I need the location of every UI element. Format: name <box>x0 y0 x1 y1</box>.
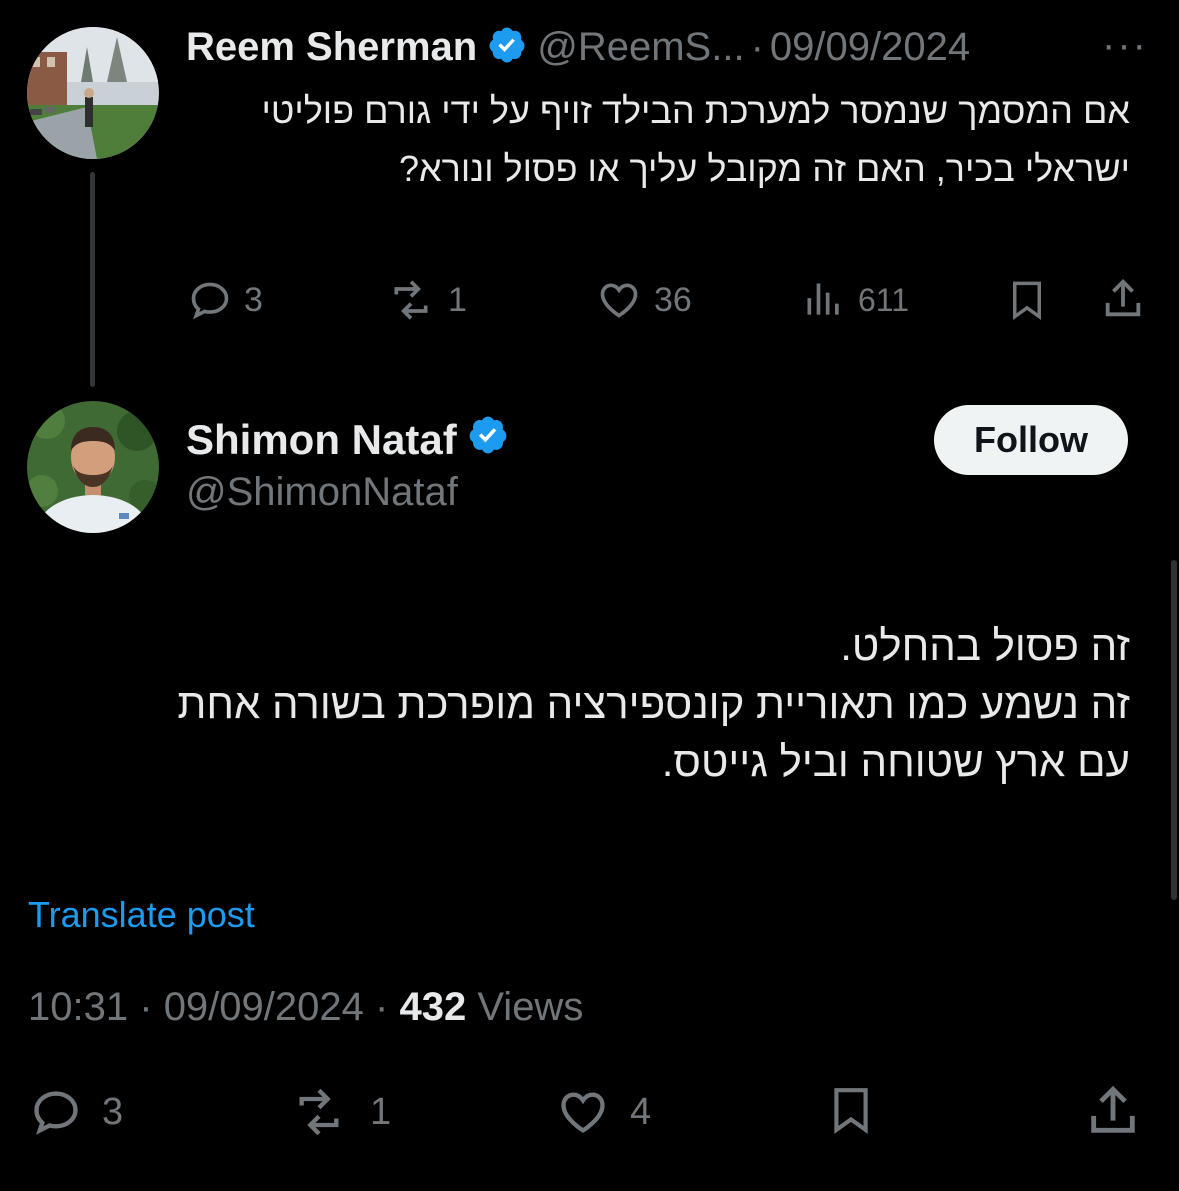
tweet-metadata: 10:31 · 09/09/2024 · 432 Views <box>28 985 583 1030</box>
reply-count: 3 <box>244 280 263 319</box>
parent-tweet-header: Reem Sherman @ReemS... · 09/09/2024 <box>186 22 970 72</box>
main-share-button[interactable] <box>1084 1082 1142 1140</box>
main-tweet-line: זה נשמע כמו תאוריית קונספירציה מופרכת בש… <box>177 680 1130 727</box>
shimon-avatar[interactable] <box>27 401 159 533</box>
main-display-name-row: Shimon Nataf <box>186 414 509 466</box>
meta-separator: · <box>375 985 389 1029</box>
share-icon <box>1105 279 1141 317</box>
main-handle[interactable]: @ShimonNataf <box>186 470 458 515</box>
main-tweet-line: עם ארץ שטוחה וביל גייטס. <box>661 738 1130 785</box>
views-button[interactable]: 611 <box>802 278 909 322</box>
views-count: 611 <box>858 281 910 318</box>
follow-button[interactable]: Follow <box>934 405 1128 475</box>
views-total: 432 <box>399 985 467 1029</box>
translate-post-link[interactable]: Translate post <box>28 894 255 936</box>
share-icon <box>1091 1085 1135 1133</box>
reply-button[interactable]: 3 <box>188 278 263 322</box>
bookmark-button[interactable] <box>1006 276 1048 324</box>
views-label: Views <box>477 985 584 1029</box>
like-count: 36 <box>654 280 692 319</box>
like-icon <box>561 1092 605 1133</box>
main-repost-button[interactable]: 1 <box>286 1086 391 1138</box>
repost-button[interactable]: 1 <box>386 278 467 322</box>
repost-icon <box>394 280 428 320</box>
views-icon <box>807 283 839 315</box>
meta-separator: · <box>139 985 153 1029</box>
main-reply-button[interactable]: 3 <box>28 1086 123 1138</box>
thread-connector-line <box>90 172 95 387</box>
like-icon <box>600 283 638 318</box>
parent-display-name[interactable]: Reem Sherman <box>186 25 477 70</box>
parent-handle[interactable]: @ReemS... <box>537 25 744 70</box>
tweet-date[interactable]: 09/09/2024 <box>164 985 364 1029</box>
more-options-icon[interactable]: ··· <box>1102 25 1148 65</box>
scrollbar[interactable] <box>1171 560 1177 900</box>
parent-tweet-text: אם המסמך שנמסר למערכת הבילד זויף על ידי … <box>261 90 1130 189</box>
reply-icon <box>34 1091 78 1135</box>
main-tweet-text: זה פסול בהחלט. זה נשמע כמו תאוריית קונספ… <box>40 617 1130 791</box>
main-like-button[interactable]: 4 <box>554 1086 651 1138</box>
bookmark-icon <box>834 1088 868 1134</box>
repost-count: 1 <box>448 280 467 319</box>
main-reply-count: 3 <box>102 1090 124 1133</box>
reem-avatar[interactable] <box>27 27 159 159</box>
share-button[interactable] <box>1100 276 1146 322</box>
main-repost-count: 1 <box>370 1090 392 1133</box>
bookmark-icon <box>1013 281 1041 321</box>
main-display-name[interactable]: Shimon Nataf <box>186 416 457 464</box>
main-like-count: 4 <box>630 1090 652 1133</box>
main-bookmark-button[interactable] <box>826 1080 876 1140</box>
verified-badge-icon <box>487 25 527 70</box>
header-separator: · <box>750 24 764 69</box>
repost-icon <box>299 1088 339 1136</box>
verified-badge-icon <box>467 414 509 466</box>
tweet-time[interactable]: 10:31 <box>28 985 128 1029</box>
like-button[interactable]: 36 <box>596 278 692 322</box>
reply-icon <box>191 282 229 320</box>
main-tweet-line: זה פסול בהחלט. <box>840 622 1130 669</box>
parent-date[interactable]: 09/09/2024 <box>770 25 970 70</box>
